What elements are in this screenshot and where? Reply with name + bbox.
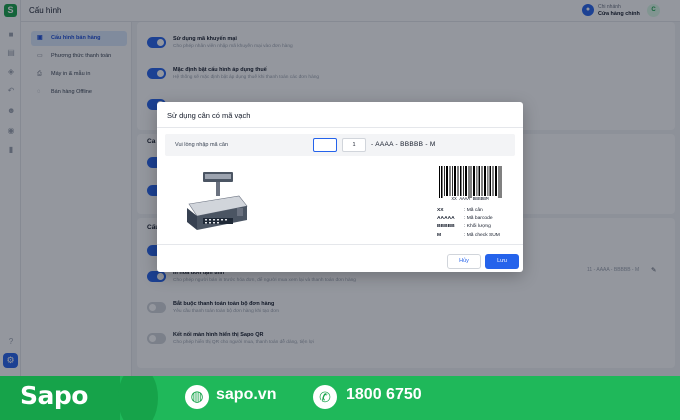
dialog-title: Sử dụng cân có mã vạch	[167, 111, 251, 120]
legend-value: : Mã cân	[464, 208, 483, 213]
scale-image	[187, 172, 248, 230]
legend-key: AAAAA	[437, 216, 455, 222]
hotline-number[interactable]: 1800 6750	[346, 386, 422, 404]
globe-icon: ◍	[185, 385, 209, 409]
phone-icon: ✆	[313, 385, 337, 409]
sapo-brand-logo: Sapo	[20, 381, 88, 410]
promo-banner: Sapo ◍ sapo.vn ✆ 1800 6750	[0, 376, 680, 420]
legend-value: : Khối lượng	[464, 224, 491, 230]
legend-key: XX	[437, 208, 444, 213]
save-button[interactable]: Lưu	[485, 254, 519, 269]
scale-code-label: Vui lòng nhập mã cân	[175, 142, 228, 148]
dialog-footer: Hủy Lưu	[157, 244, 523, 272]
scale-code-row: Vui lòng nhập mã cân 1 - AAAA - BBBBB - …	[165, 134, 515, 156]
barcode-caption: XX AAAA BBBBBM	[451, 197, 489, 202]
dialog-header: Sử dụng cân có mã vạch	[157, 102, 523, 128]
cancel-button[interactable]: Hủy	[447, 254, 481, 269]
legend-row: BBBBB : Khối lượng	[437, 224, 517, 232]
legend-value: : Mã barcode	[464, 216, 493, 222]
legend-key: M	[437, 232, 442, 238]
barcode-legend: XX : Mã cân AAAAA : Mã barcode BBBBB : K…	[437, 208, 517, 241]
legend-row: M : Mã check SUM	[437, 233, 517, 241]
scale-code-input[interactable]	[313, 138, 337, 152]
website-link[interactable]: sapo.vn	[216, 386, 276, 404]
scale-code-digit-input[interactable]: 1	[342, 138, 366, 152]
legend-key: BBBBB	[437, 224, 455, 230]
banner-wave	[118, 376, 158, 420]
barcode-format-text: - AAAA - BBBBB - M	[371, 141, 436, 148]
legend-row: XX : Mã cân	[437, 208, 517, 216]
legend-value: : Mã check SUM	[464, 232, 500, 238]
barcode-scale-dialog: Sử dụng cân có mã vạch Vui lòng nhập mã …	[157, 102, 523, 272]
